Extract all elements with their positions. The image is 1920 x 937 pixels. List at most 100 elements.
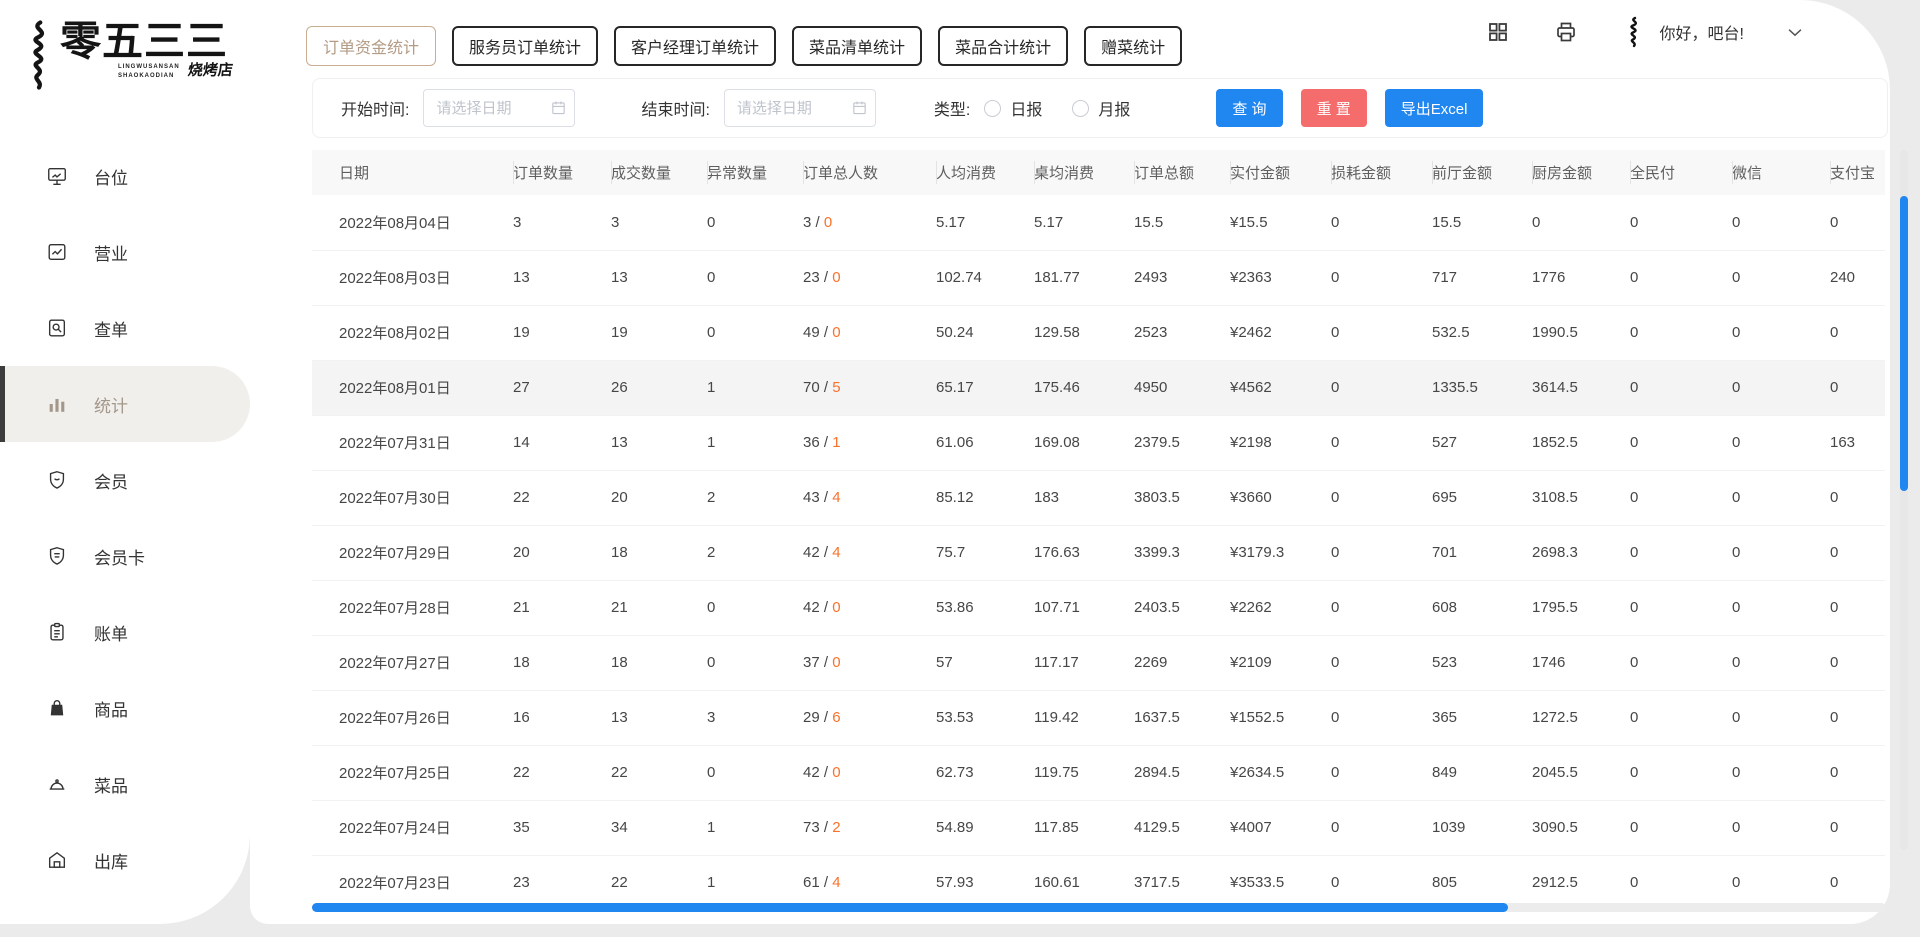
tab-gift-dish[interactable]: 赠菜统计 [1084, 26, 1182, 66]
cell: 5.17 [1034, 195, 1134, 250]
bills-icon [46, 621, 68, 643]
cell: 0 [1630, 525, 1732, 580]
cell: 0 [1732, 745, 1830, 800]
table-row[interactable]: 2022年07月31日1413136 / 161.06169.082379.5¥… [312, 415, 1885, 470]
cell: 2022年07月28日 [312, 580, 513, 635]
cell: 0 [1732, 800, 1830, 855]
table-row[interactable]: 2022年07月23日2322161 / 457.93160.613717.5¥… [312, 855, 1885, 910]
abnormal-people-count: 5 [832, 379, 840, 396]
sidebar-item-statistics[interactable]: 统计 [0, 366, 250, 442]
cell: 119.75 [1034, 745, 1134, 800]
cell: 0 [1331, 525, 1432, 580]
members-icon [46, 469, 68, 491]
cell: 3 [513, 195, 611, 250]
cell: 35 [513, 800, 611, 855]
query-button[interactable]: 查 询 [1216, 89, 1282, 127]
sidebar-item-member-cards[interactable]: 会员卡 [0, 518, 250, 594]
export-excel-button[interactable]: 导出Excel [1385, 89, 1484, 127]
sidebar-item-label: 会员 [94, 468, 128, 493]
sidebar-menu: 台位营业查单统计会员会员卡账单商品菜品出库 [0, 138, 250, 898]
table-row[interactable]: 2022年07月24日3534173 / 254.89117.854129.5¥… [312, 800, 1885, 855]
sidebar-item-label: 账单 [94, 620, 128, 645]
cell: 0 [1830, 635, 1885, 690]
sidebar-item-outbound[interactable]: 出库 [0, 822, 250, 898]
sidebar-item-label: 营业 [94, 240, 128, 265]
tabs: 订单资金统计服务员订单统计客户经理订单统计菜品清单统计菜品合计统计赠菜统计 [306, 26, 1182, 66]
sidebar-item-bills[interactable]: 账单 [0, 594, 250, 670]
cell: 0 [1630, 415, 1732, 470]
tab-manager-orders[interactable]: 客户经理订单统计 [614, 26, 776, 66]
abnormal-people-count: 4 [832, 544, 840, 561]
cell: 0 [1630, 305, 1732, 360]
table-row[interactable]: 2022年08月02日1919049 / 050.24129.582523¥24… [312, 305, 1885, 360]
cell: 717 [1432, 250, 1532, 305]
abnormal-people-count: 4 [832, 874, 840, 891]
cell: ¥3660 [1230, 470, 1331, 525]
tab-waiter-orders[interactable]: 服务员订单统计 [452, 26, 598, 66]
tab-order-funds[interactable]: 订单资金统计 [306, 26, 436, 66]
tab-dish-list[interactable]: 菜品清单统计 [792, 26, 922, 66]
cell: 2 [707, 525, 803, 580]
cell: ¥3179.3 [1230, 525, 1331, 580]
cell: 0 [1331, 635, 1432, 690]
table-row[interactable]: 2022年07月26日1613329 / 653.53119.421637.5¥… [312, 690, 1885, 745]
start-time-label: 开始时间: [341, 96, 409, 120]
table-row[interactable]: 2022年07月25日2222042 / 062.73119.752894.5¥… [312, 745, 1885, 800]
cell: 701 [1432, 525, 1532, 580]
cell: 2022年07月25日 [312, 745, 513, 800]
cell: 532.5 [1432, 305, 1532, 360]
sidebar-item-members[interactable]: 会员 [0, 442, 250, 518]
table-body: 2022年08月04日3303 / 05.175.1715.5¥15.5015.… [312, 195, 1885, 910]
table-row[interactable]: 2022年07月27日1818037 / 057117.172269¥21090… [312, 635, 1885, 690]
cell: 3717.5 [1134, 855, 1230, 910]
greeting-text: 你好，吧台! [1660, 20, 1744, 44]
business-icon [46, 241, 68, 263]
vertical-scrollbar-thumb[interactable] [1900, 196, 1908, 491]
printer-icon[interactable] [1554, 20, 1578, 44]
table-row[interactable]: 2022年08月01日2726170 / 565.17175.464950¥45… [312, 360, 1885, 415]
radio-monthly-report[interactable]: 月报 [1072, 96, 1130, 120]
sidebar-item-tables[interactable]: 台位 [0, 138, 250, 214]
radio-daily-report[interactable]: 日报 [984, 96, 1042, 120]
cell: 20 [513, 525, 611, 580]
cell: ¥3533.5 [1230, 855, 1331, 910]
cell: 849 [1432, 745, 1532, 800]
cell: 1039 [1432, 800, 1532, 855]
sidebar-item-dishes[interactable]: 菜品 [0, 746, 250, 822]
cell: 523 [1432, 635, 1532, 690]
cell: 0 [1331, 855, 1432, 910]
tab-dish-total[interactable]: 菜品合计统计 [938, 26, 1068, 66]
cell: 34 [611, 800, 707, 855]
table-row[interactable]: 2022年07月29日2018242 / 475.7176.633399.3¥3… [312, 525, 1885, 580]
cell: 163 [1830, 415, 1885, 470]
table-row[interactable]: 2022年08月03日1313023 / 0102.74181.772493¥2… [312, 250, 1885, 305]
sidebar-item-order-search[interactable]: 查单 [0, 290, 250, 366]
column-header: 人均消费 [936, 150, 1034, 195]
horizontal-scrollbar-thumb[interactable] [312, 903, 1508, 912]
cell: 2022年07月26日 [312, 690, 513, 745]
table-row[interactable]: 2022年07月30日2220243 / 485.121833803.5¥366… [312, 470, 1885, 525]
cell: 181.77 [1034, 250, 1134, 305]
cell: 0 [1630, 250, 1732, 305]
column-header: 桌均消费 [1034, 150, 1134, 195]
sidebar-item-label: 会员卡 [94, 544, 145, 569]
cell: 695 [1432, 470, 1532, 525]
cell: 2022年08月01日 [312, 360, 513, 415]
cell: 0 [1331, 690, 1432, 745]
cell: ¥1552.5 [1230, 690, 1331, 745]
table-row[interactable]: 2022年08月04日3303 / 05.175.1715.5¥15.5015.… [312, 195, 1885, 250]
user-menu[interactable]: 你好，吧台! [1622, 16, 1806, 48]
apps-grid-icon[interactable] [1486, 20, 1510, 44]
cell: 0 [1830, 305, 1885, 360]
sidebar-item-business[interactable]: 营业 [0, 214, 250, 290]
cell: 0 [707, 580, 803, 635]
cell: 4950 [1134, 360, 1230, 415]
reset-button[interactable]: 重 置 [1301, 89, 1367, 127]
cell: 183 [1034, 470, 1134, 525]
column-header: 订单总额 [1134, 150, 1230, 195]
sidebar-item-goods[interactable]: 商品 [0, 670, 250, 746]
outbound-icon [46, 849, 68, 871]
chevron-down-icon[interactable] [1784, 21, 1806, 43]
cell: 102.74 [936, 250, 1034, 305]
table-row[interactable]: 2022年07月28日2121042 / 053.86107.712403.5¥… [312, 580, 1885, 635]
